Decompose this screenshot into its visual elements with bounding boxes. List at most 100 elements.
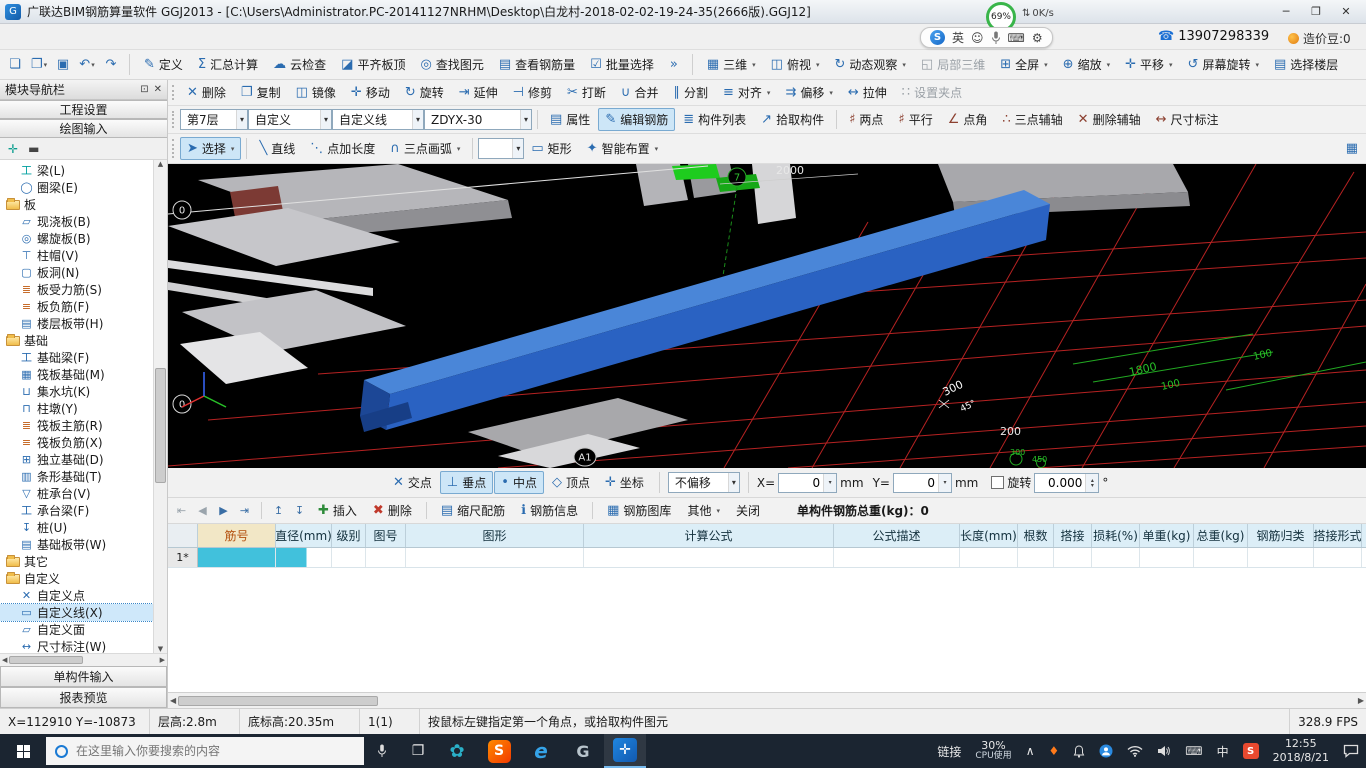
- grid-cell[interactable]: [198, 548, 276, 567]
- tray-orange-app-icon[interactable]: ♦: [1041, 734, 1066, 768]
- toolbar-button[interactable]: ☑ 批量选择: [583, 53, 661, 76]
- sogou-ime-icon[interactable]: S: [930, 30, 945, 45]
- grid-column-header[interactable]: 钢筋归类: [1248, 524, 1314, 547]
- tree-item[interactable]: ⊞ 独立基础(D): [0, 451, 153, 468]
- edit-button[interactable]: ∥ 分割 ▾: [666, 81, 715, 104]
- toolbar-button[interactable]: ◪ 平齐板顶: [334, 53, 412, 76]
- new-file-button[interactable]: ❏: [4, 54, 26, 76]
- edit-button[interactable]: ✕ 删除 ▾: [180, 81, 233, 104]
- taskbar-app-glodon-active[interactable]: ✛: [604, 734, 646, 768]
- element-button[interactable]: ✎ 编辑钢筋: [598, 108, 676, 131]
- tree-item[interactable]: ◯ 圈梁(E): [0, 179, 153, 196]
- volume-icon[interactable]: [1150, 734, 1178, 768]
- toolbar-grip[interactable]: [172, 139, 176, 158]
- tree-item[interactable]: ↔ 尺寸标注(W): [0, 638, 153, 653]
- type-select[interactable]: 自定义线 ▾: [332, 109, 424, 130]
- view-button[interactable]: ◱ 局部三维 ▾: [914, 53, 992, 76]
- tree-folder[interactable]: 基础: [0, 332, 153, 349]
- tree-item[interactable]: 工梁(L): [0, 162, 153, 179]
- grid-column-header[interactable]: 图形: [406, 524, 584, 547]
- link-widget[interactable]: 链接: [930, 734, 968, 768]
- grid-cell[interactable]: [1314, 548, 1362, 567]
- close-grid-button[interactable]: 关闭: [729, 499, 767, 522]
- edit-button[interactable]: ⇉ 偏移 ▾: [778, 81, 839, 104]
- edit-button[interactable]: ❐ 复制 ▾: [234, 81, 288, 104]
- tree-item[interactable]: 工承台梁(F): [0, 502, 153, 519]
- view-button[interactable]: ✛ 平移 ▾: [1118, 53, 1179, 76]
- tree-item[interactable]: ▢ 板洞(N): [0, 264, 153, 281]
- project-settings-button[interactable]: 工程设置: [0, 100, 167, 119]
- toolbar-button[interactable]: ◎ 查找图元: [413, 53, 490, 76]
- sogou-tray-icon[interactable]: S: [1236, 734, 1266, 768]
- edit-button[interactable]: ↻ 旋转 ▾: [398, 81, 451, 104]
- tree-item[interactable]: 工基础梁(F): [0, 349, 153, 366]
- edit-button[interactable]: ↔ 拉伸 ▾: [841, 81, 894, 104]
- element-button[interactable]: ↗ 拾取构件: [754, 108, 831, 131]
- scroll-thumb[interactable]: [178, 695, 379, 706]
- toolbar-button[interactable]: ☁ 云检查: [266, 53, 333, 76]
- rotate-field[interactable]: ▴▾: [1034, 472, 1100, 493]
- scroll-left-icon[interactable]: ◀: [170, 696, 176, 705]
- first-record-icon[interactable]: ⇤: [172, 501, 191, 520]
- tree-item[interactable]: ▥ 条形基础(T): [0, 468, 153, 485]
- taskbar-app-sogou[interactable]: S: [478, 734, 520, 768]
- rebar-library-button[interactable]: ▦ 钢筋图库: [600, 499, 678, 522]
- tree-folder[interactable]: 其它: [0, 553, 153, 570]
- tree-item[interactable]: ▤ 楼层板带(H): [0, 315, 153, 332]
- draw-tool-button[interactable]: ╲ 直线 ▾: [252, 137, 302, 160]
- view-button[interactable]: ▦ 三维 ▾: [700, 53, 763, 76]
- move-row-up-icon[interactable]: ↥: [269, 501, 288, 520]
- grid-empty-area[interactable]: [168, 568, 1366, 692]
- view-button[interactable]: ▤ 选择楼层 ▾: [1267, 53, 1345, 76]
- view-button[interactable]: ⊞ 全屏 ▾: [993, 53, 1054, 76]
- element-button[interactable]: ▤ 属性: [543, 108, 597, 131]
- grid-column-header[interactable]: 计算公式: [584, 524, 834, 547]
- grid-cell[interactable]: [1092, 548, 1140, 567]
- grid-column-header[interactable]: 公式描述: [834, 524, 960, 547]
- expand-all-icon[interactable]: ✛: [8, 142, 18, 156]
- touch-keyboard-icon[interactable]: ⌨: [1178, 734, 1209, 768]
- scroll-thumb[interactable]: [9, 656, 83, 664]
- select-tool-button[interactable]: ➤ 选择 ▾: [180, 137, 242, 160]
- panel-close-icon[interactable]: ✕: [154, 84, 162, 95]
- cost-bean-widget[interactable]: 造价豆:0: [1288, 30, 1351, 47]
- tree-item[interactable]: ≡ 筏板负筋(X): [0, 434, 153, 451]
- collapse-all-icon[interactable]: ▬: [28, 142, 39, 156]
- grid-cell[interactable]: [834, 548, 960, 567]
- grid-cell[interactable]: [960, 548, 1018, 567]
- grid-cell[interactable]: [1054, 548, 1092, 567]
- toolbar-button[interactable]: ✎ 定义: [137, 53, 190, 76]
- grid-row-header[interactable]: 1*: [168, 548, 198, 567]
- offset-select[interactable]: 不偏移 ▾: [667, 472, 740, 493]
- grid-cell[interactable]: [332, 548, 366, 567]
- scroll-down-icon[interactable]: ▼: [158, 645, 163, 653]
- hidden-icons-chevron[interactable]: ∧: [1019, 734, 1042, 768]
- grid-column-header[interactable]: 筋号: [198, 524, 276, 547]
- toolbar-grip[interactable]: [172, 111, 176, 128]
- emoji-icon[interactable]: ☺: [971, 31, 984, 45]
- tree-item[interactable]: ▱ 现浇板(B): [0, 213, 153, 230]
- x-coord-field[interactable]: ▾: [778, 472, 838, 493]
- grid-column-header[interactable]: 搭接形式: [1314, 524, 1362, 547]
- taskbar-app-g[interactable]: G: [562, 734, 604, 768]
- grid-cell[interactable]: [1140, 548, 1194, 567]
- tree-item[interactable]: ✕ 自定义点: [0, 587, 153, 604]
- delete-row-button[interactable]: ✖ 删除: [366, 499, 419, 522]
- snap-button[interactable]: • 中点: [494, 471, 544, 494]
- aux-axis-button[interactable]: ↔ 尺寸标注: [1149, 108, 1226, 131]
- scroll-right-icon[interactable]: ▶: [1358, 696, 1364, 705]
- grid-column-header[interactable]: 损耗(%): [1092, 524, 1140, 547]
- aux-axis-button[interactable]: ∴ 三点辅轴: [995, 108, 1069, 131]
- edit-button[interactable]: ✂ 打断 ▾: [560, 81, 613, 104]
- layout-tool-button[interactable]: ✦ 智能布置 ▾: [580, 137, 665, 160]
- snap-button[interactable]: ✕ 交点: [386, 471, 439, 494]
- x-coord-input[interactable]: [779, 475, 824, 490]
- soft-keyboard-icon[interactable]: ⌨: [1008, 31, 1025, 45]
- maximize-button[interactable]: ❐: [1301, 2, 1331, 22]
- move-row-down-icon[interactable]: ↧: [290, 501, 309, 520]
- taskbar-search[interactable]: [46, 737, 364, 765]
- view-button[interactable]: ↻ 动态观察 ▾: [827, 53, 912, 76]
- open-file-button[interactable]: ❐ ▾: [28, 54, 50, 76]
- toolbar-overflow-chevron[interactable]: »: [663, 54, 685, 76]
- y-coord-input[interactable]: [893, 475, 938, 490]
